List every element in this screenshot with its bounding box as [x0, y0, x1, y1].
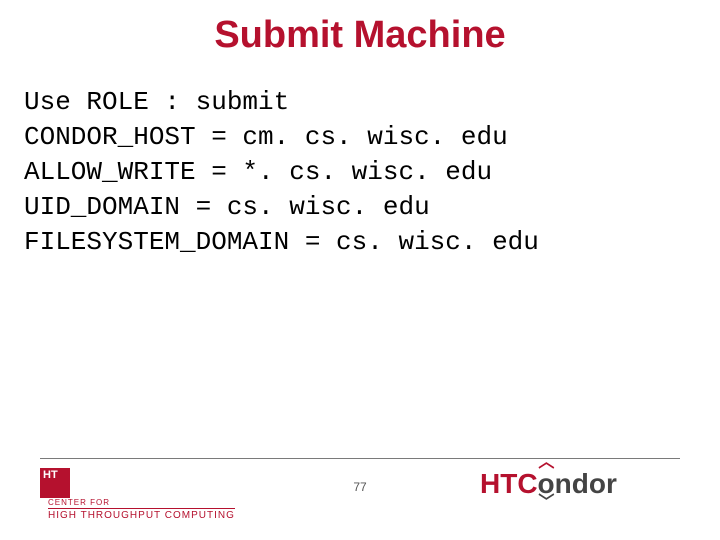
- htcondor-logo: HTC︿o﹀ndor: [480, 468, 680, 518]
- chtc-logo: HT CENTER FOR HIGH THROUGHPUT COMPUTING: [40, 468, 240, 518]
- config-line: UID_DOMAIN = cs. wisc. edu: [24, 190, 696, 225]
- chtc-badge-icon: HT: [40, 468, 70, 498]
- config-block: Use ROLE : submit CONDOR_HOST = cm. cs. …: [0, 57, 720, 260]
- slide: Submit Machine Use ROLE : submit CONDOR_…: [0, 0, 720, 540]
- htcondor-o: ︿o﹀: [538, 468, 555, 500]
- config-line: ALLOW_WRITE = *. cs. wisc. edu: [24, 155, 696, 190]
- chtc-logo-text: CENTER FOR HIGH THROUGHPUT COMPUTING: [48, 498, 235, 522]
- htcondor-suffix: ndor: [555, 468, 617, 499]
- chtc-line2: HIGH THROUGHPUT COMPUTING: [48, 508, 235, 522]
- footer-divider: [40, 458, 680, 459]
- config-line: Use ROLE : submit: [24, 85, 696, 120]
- htcondor-prefix: HTC: [480, 468, 538, 499]
- config-line: CONDOR_HOST = cm. cs. wisc. edu: [24, 120, 696, 155]
- footer: 77 HT CENTER FOR HIGH THROUGHPUT COMPUTI…: [0, 458, 720, 528]
- config-line: FILESYSTEM_DOMAIN = cs. wisc. edu: [24, 225, 696, 260]
- chtc-line1: CENTER FOR: [48, 498, 235, 508]
- htcondor-wordmark: HTC︿o﹀ndor: [480, 468, 617, 499]
- slide-title: Submit Machine: [0, 0, 720, 57]
